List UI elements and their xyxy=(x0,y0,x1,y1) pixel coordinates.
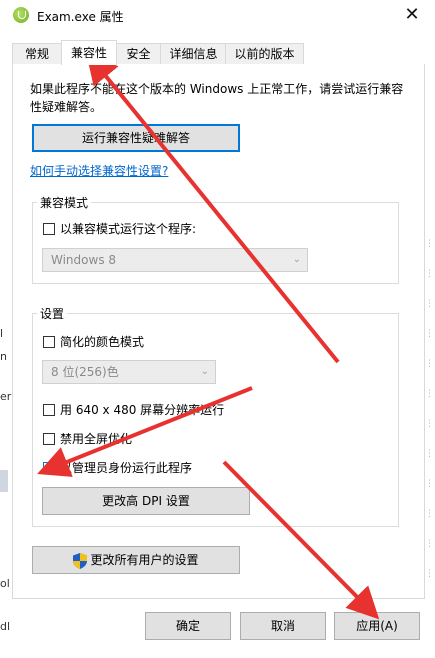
tab-previous-versions[interactable]: 以前的版本 xyxy=(225,43,304,64)
compat-mode-checkbox[interactable]: 以兼容模式运行这个程序: xyxy=(43,220,196,237)
checkbox-box[interactable] xyxy=(43,403,55,416)
all-users-button[interactable]: 更改所有用户的设置 xyxy=(32,546,240,574)
window-title: Exam.exe 属性 xyxy=(37,10,124,24)
checkbox-box[interactable] xyxy=(43,222,55,235)
tab-compatibility[interactable]: 兼容性 xyxy=(61,40,117,65)
res-640-label: 用 640 x 480 屏幕分辨率运行 xyxy=(60,403,225,417)
all-users-label: 更改所有用户的设置 xyxy=(90,553,199,567)
checkbox-checked[interactable] xyxy=(43,461,55,474)
checkbox-box[interactable] xyxy=(43,432,55,445)
res-640-checkbox[interactable]: 用 640 x 480 屏幕分辨率运行 xyxy=(43,401,224,418)
app-icon xyxy=(13,7,29,23)
background-text: n xyxy=(0,350,7,363)
background-text: ol xyxy=(0,577,10,590)
description-text: 如果此程序不能在这个版本的 Windows 上正常工作，请尝试运行兼容性疑难解答… xyxy=(30,82,404,114)
disable-fullscreen-label: 禁用全屏优化 xyxy=(60,432,133,446)
background-window-fragment: l n er ol dl xyxy=(0,32,12,658)
checkbox-box[interactable] xyxy=(43,335,55,348)
tab-security[interactable]: 安全 xyxy=(116,43,161,64)
tab-bar: 常规 兼容性 安全 详细信息 以前的版本 xyxy=(12,40,424,65)
compat-mode-label: 以兼容模式运行这个程序: xyxy=(60,222,197,236)
chevron-down-icon: ⌄ xyxy=(200,366,209,377)
reduced-color-label: 简化的颜色模式 xyxy=(60,335,145,349)
run-as-admin-label: 以管理员身份运行此程序 xyxy=(60,461,193,475)
tab-general[interactable]: 常规 xyxy=(12,43,62,64)
uac-shield-icon xyxy=(73,552,88,569)
settings-title: 设置 xyxy=(37,305,68,322)
ok-button[interactable]: 确定 xyxy=(145,612,231,640)
cancel-button[interactable]: 取消 xyxy=(240,612,326,640)
disable-fullscreen-checkbox[interactable]: 禁用全屏优化 xyxy=(43,430,132,447)
title-bar: Exam.exe 属性 ✕ xyxy=(0,0,435,32)
close-icon[interactable]: ✕ xyxy=(389,0,435,32)
color-mode-value: 8 位(256)色 xyxy=(51,365,119,379)
color-mode-select: 8 位(256)色 ⌄ xyxy=(42,360,216,384)
run-troubleshooter-button[interactable]: 运行兼容性疑难解答 xyxy=(32,124,240,152)
high-dpi-button[interactable]: 更改高 DPI 设置 xyxy=(42,487,250,515)
run-as-admin-checkbox[interactable]: 以管理员身份运行此程序 xyxy=(43,459,192,476)
apply-button[interactable]: 应用(A) xyxy=(334,612,420,640)
background-selection xyxy=(0,470,8,492)
background-text: l xyxy=(0,327,4,340)
background-text: er xyxy=(0,390,12,403)
chevron-down-icon: ⌄ xyxy=(292,254,301,265)
os-version-select: Windows 8 ⌄ xyxy=(42,248,308,272)
background-text: dl xyxy=(0,620,11,633)
reduced-color-checkbox[interactable]: 简化的颜色模式 xyxy=(43,333,144,350)
tab-details[interactable]: 详细信息 xyxy=(160,43,227,64)
os-version-value: Windows 8 xyxy=(51,253,117,267)
manual-settings-link[interactable]: 如何手动选择兼容性设置? xyxy=(30,162,168,179)
compat-mode-title: 兼容模式 xyxy=(37,194,92,211)
